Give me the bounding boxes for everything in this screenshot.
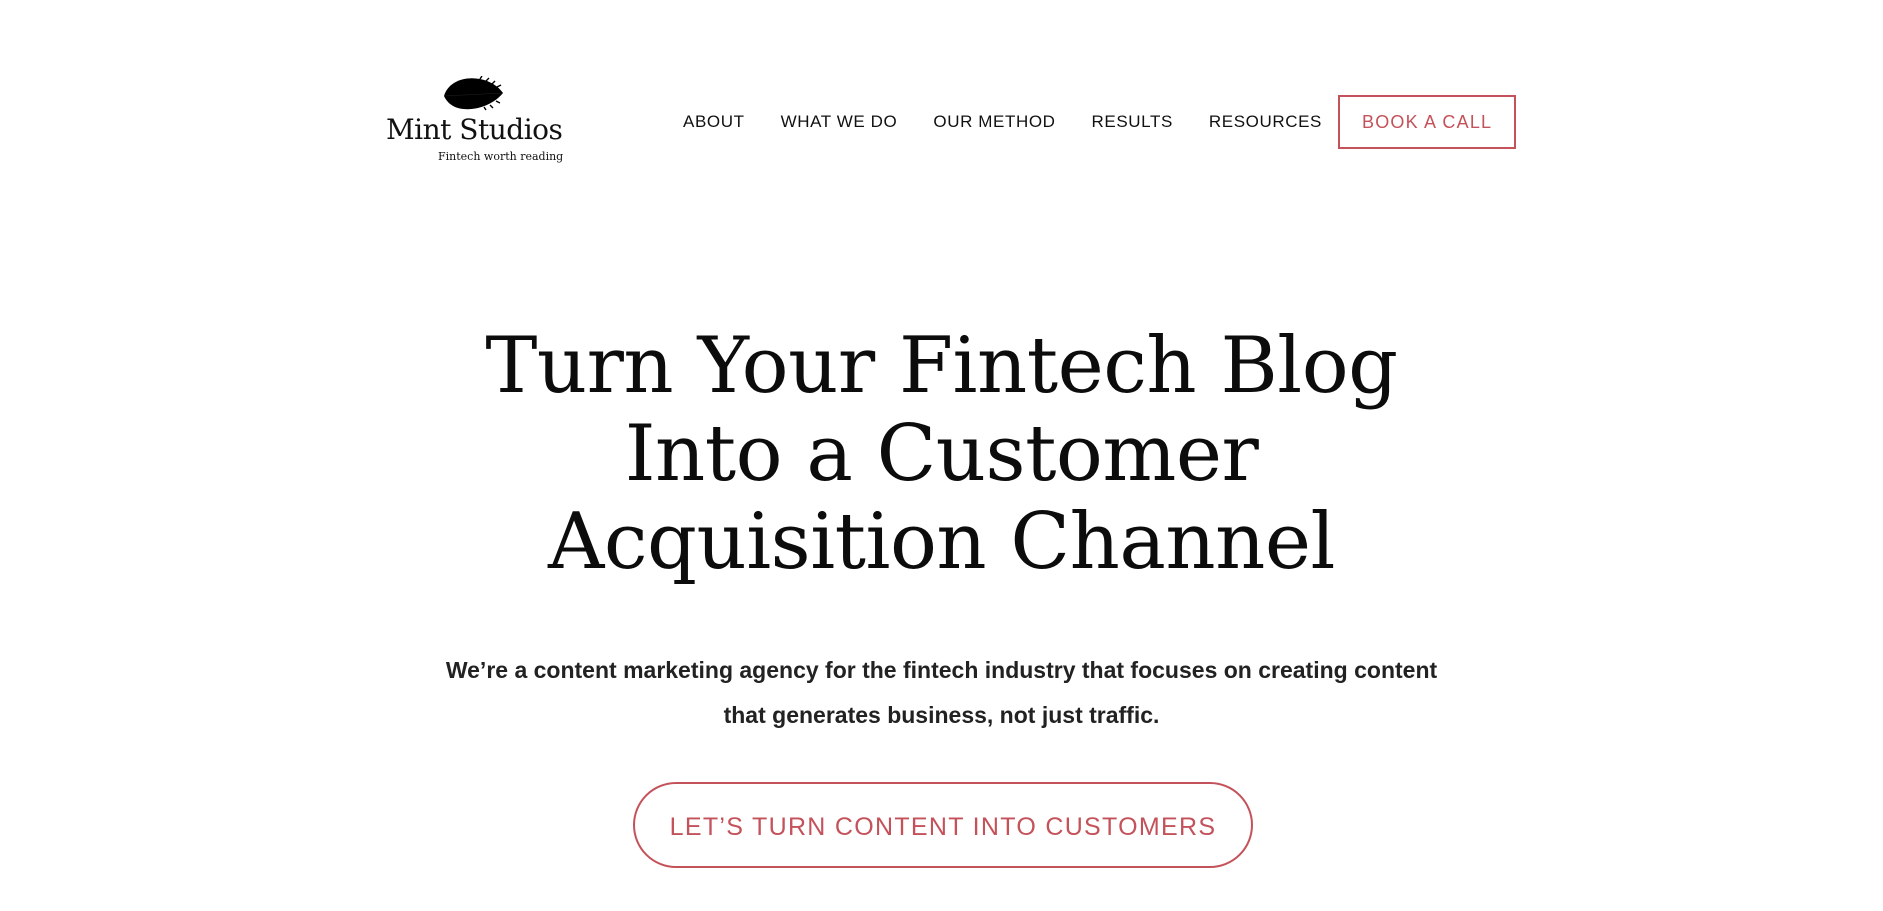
hero-subtitle-line: that generates business, not just traffi… [723, 702, 1160, 728]
hero-subtitle-line: We’re a content marketing agency for the… [445, 657, 1438, 683]
hero-subtitle: We’re a content marketing agency for the… [0, 648, 1883, 738]
leaf-icon [443, 76, 504, 111]
book-a-call-button[interactable]: BOOK A CALL [1338, 95, 1517, 149]
brand-tagline: Fintech worth reading [438, 150, 564, 163]
hero-title-line: Turn Your Fintech Blog [485, 321, 1398, 411]
nav-item-what-we-do[interactable]: WHAT WE DO [781, 112, 898, 132]
hero-title-line: Into a Customer [624, 409, 1259, 499]
brand-name: Mint Studios [386, 113, 563, 146]
turn-content-into-customers-button[interactable]: LET’S TURN CONTENT INTO CUSTOMERS [633, 782, 1253, 868]
hero-title-line: Acquisition Channel [548, 497, 1335, 587]
nav-item-about[interactable]: ABOUT [683, 112, 745, 132]
hero-title-wrap: Turn Your Fintech Blog Into a Customer A… [0, 322, 1883, 586]
hero-title: Turn Your Fintech Blog Into a Customer A… [462, 322, 1422, 586]
brand-logo[interactable]: Mint Studios Fintech worth reading [386, 76, 563, 168]
nav-item-resources[interactable]: RESOURCES [1209, 112, 1322, 132]
main-nav: ABOUT WHAT WE DO OUR METHOD RESULTS RESO… [683, 95, 1517, 149]
nav-item-results[interactable]: RESULTS [1092, 112, 1173, 132]
nav-item-our-method[interactable]: OUR METHOD [933, 112, 1055, 132]
